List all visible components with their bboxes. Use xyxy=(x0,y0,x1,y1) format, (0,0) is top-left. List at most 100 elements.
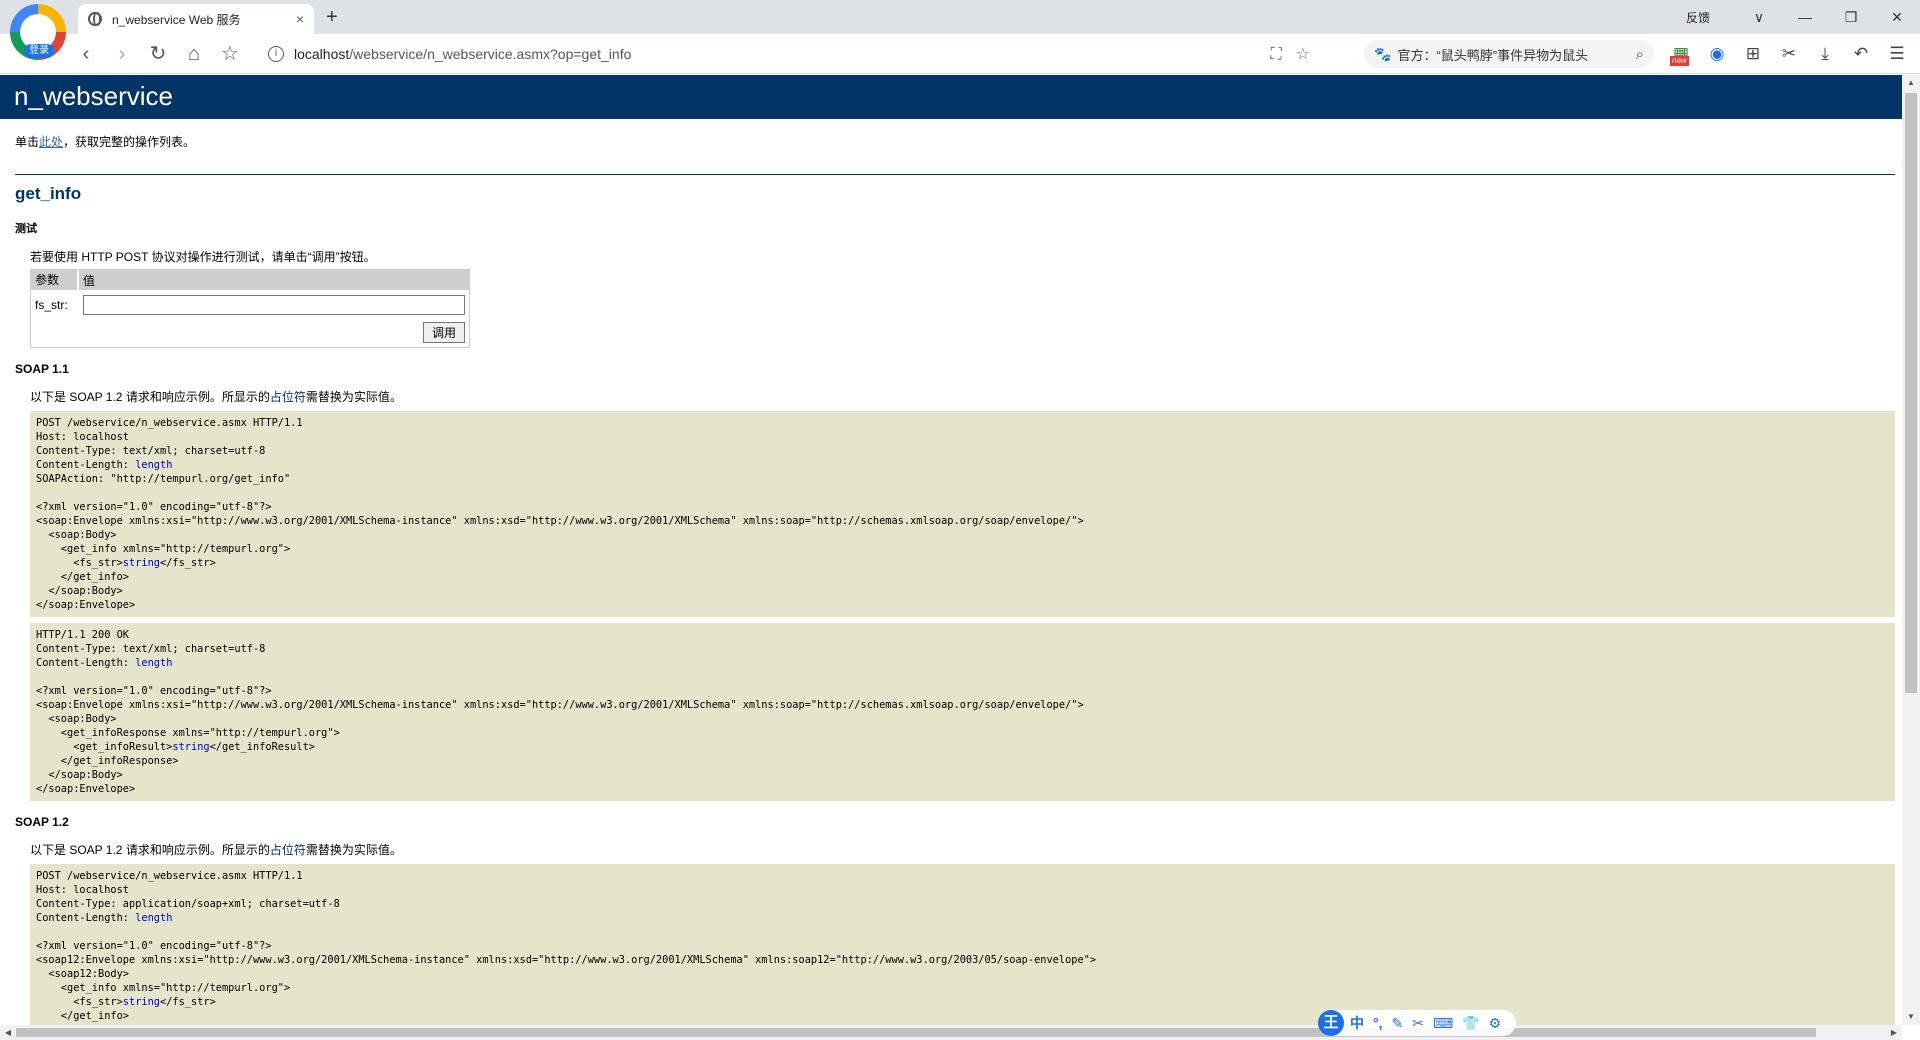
form-header: 参数 值 xyxy=(31,270,469,290)
soap11-section: 以下是 SOAP 1.2 请求和响应示例。所显示的占位符需替换为实际值。 POS… xyxy=(30,388,1902,801)
active-tab[interactable]: n_webservice Web 服务 × xyxy=(78,4,314,34)
scissors-icon[interactable]: ✂ xyxy=(1778,42,1800,66)
test-heading: 测试 xyxy=(15,223,37,235)
placeholder-value: length xyxy=(135,912,173,924)
bookmark-star-icon[interactable]: ☆ xyxy=(218,42,242,66)
new-badge: new xyxy=(1670,56,1689,66)
ime-keyboard-icon[interactable]: ⌨ xyxy=(1433,1015,1453,1032)
horizontal-scroll-thumb[interactable] xyxy=(16,1028,1816,1037)
tab-close-icon[interactable]: × xyxy=(296,11,304,27)
param-row: fs_str: xyxy=(31,290,469,320)
page-viewport: n_webservice 单击此处，获取完整的操作列表。 get_info 测试… xyxy=(0,75,1902,1025)
hint-suffix: 需替换为实际值。 xyxy=(305,843,402,857)
hint-suffix: 需替换为实际值。 xyxy=(305,390,402,404)
soap12-hint: 以下是 SOAP 1.2 请求和响应示例。所显示的占位符需替换为实际值。 xyxy=(30,841,1902,858)
back-button[interactable]: ‹ xyxy=(74,42,98,66)
ime-scissors-icon[interactable]: ✂ xyxy=(1412,1015,1424,1032)
soap11-request-sample: POST /webservice/n_webservice.asmx HTTP/… xyxy=(30,411,1895,617)
placeholder-value: string xyxy=(172,741,210,753)
scroll-right-arrow-icon[interactable]: ▶ xyxy=(1886,1025,1902,1040)
ime-punctuation-icon[interactable]: °, xyxy=(1373,1015,1383,1031)
tab-bar: 登录 n_webservice Web 服务 × + 反馈 ∨ — ❐ ✕ xyxy=(0,0,1920,60)
page-content: 单击此处，获取完整的操作列表。 get_info 测试 若要使用 HTTP PO… xyxy=(0,133,1902,1025)
service-title: n_webservice xyxy=(14,81,173,111)
address-text[interactable]: localhost/webservice/n_webservice.asmx?o… xyxy=(294,46,1270,62)
intro-prefix: 单击 xyxy=(15,135,40,149)
site-info-icon[interactable]: i xyxy=(268,46,284,62)
horizontal-scrollbar[interactable]: ◀ ▶ xyxy=(0,1025,1902,1040)
ime-handwrite-icon[interactable]: ✎ xyxy=(1392,1015,1404,1032)
invoke-button[interactable]: 调用 xyxy=(422,322,465,343)
form-actions: 调用 xyxy=(31,320,469,347)
soap12-heading: SOAP 1.2 xyxy=(15,815,69,829)
scroll-left-arrow-icon[interactable]: ◀ xyxy=(0,1025,16,1040)
url-host: localhost xyxy=(294,46,350,62)
baidu-paw-icon: 🐾 xyxy=(1374,45,1392,62)
scroll-down-arrow-icon[interactable]: ▼ xyxy=(1902,1009,1920,1025)
operation-title: get_info xyxy=(15,184,82,203)
search-box[interactable]: 🐾 官方：“鼠头鸭脖”事件异物为鼠头 ⌕ xyxy=(1364,40,1654,68)
login-badge[interactable]: 登录 xyxy=(24,44,54,58)
url-path: /webservice/n_webservice.asmx?op=get_inf… xyxy=(349,46,632,62)
screenshot-icon[interactable]: ⛶ xyxy=(1270,46,1295,63)
mouse-icon[interactable]: ◉ xyxy=(1706,42,1728,66)
ime-toolbar: 王 中 °, ✎ ✂ ⌨ 👕 ⚙ xyxy=(1318,1010,1517,1036)
download-icon[interactable]: ⤓ xyxy=(1814,42,1836,66)
window-controls: 反馈 ∨ — ❐ ✕ xyxy=(1686,0,1920,34)
divider xyxy=(15,174,1895,175)
tab-list-icon[interactable]: ∨ xyxy=(1736,9,1782,26)
fs-str-input[interactable] xyxy=(83,295,465,315)
close-window-button[interactable]: ✕ xyxy=(1874,9,1920,26)
browser-logo-icon[interactable]: 登录 xyxy=(10,4,66,60)
ime-settings-icon[interactable]: ⚙ xyxy=(1489,1015,1502,1032)
ime-logo-icon[interactable]: 王 xyxy=(1318,1010,1344,1036)
soap12-section: 以下是 SOAP 1.2 请求和响应示例。所显示的占位符需替换为实际值。 POS… xyxy=(30,841,1902,1025)
placeholder-value: length xyxy=(135,459,173,471)
restore-button[interactable]: ❐ xyxy=(1828,9,1874,26)
operations-list-link[interactable]: 此处 xyxy=(39,135,63,149)
home-button[interactable]: ⌂ xyxy=(182,42,206,66)
test-hint: 若要使用 HTTP POST 协议对操作进行测试，请单击“调用”按钮。 xyxy=(30,250,376,264)
soap11-heading: SOAP 1.1 xyxy=(15,362,69,376)
soap12-request-sample: POST /webservice/n_webservice.asmx HTTP/… xyxy=(30,864,1895,1025)
vertical-scroll-thumb[interactable] xyxy=(1905,93,1917,693)
scroll-up-arrow-icon[interactable]: ▲ xyxy=(1902,75,1920,91)
menu-icon[interactable]: ☰ xyxy=(1886,42,1908,66)
param-label: fs_str: xyxy=(35,298,68,312)
feedback-link[interactable]: 反馈 xyxy=(1686,9,1710,26)
favorite-star-icon[interactable]: ☆ xyxy=(1296,46,1324,63)
placeholder-value: string xyxy=(122,557,160,569)
apps-grid-icon[interactable]: ⊞ xyxy=(1742,42,1764,66)
search-icon[interactable]: ⌕ xyxy=(1636,46,1644,63)
ime-chinese-mode[interactable]: 中 xyxy=(1350,1013,1364,1033)
placeholder-value: string xyxy=(122,996,160,1008)
hint-placeholder: 占位符 xyxy=(269,843,306,857)
soap11-hint: 以下是 SOAP 1.2 请求和响应示例。所显示的占位符需替换为实际值。 xyxy=(30,388,1902,405)
ime-skin-icon[interactable]: 👕 xyxy=(1462,1015,1479,1032)
address-actions: ⛶☆ xyxy=(1270,44,1324,64)
soap11-response-sample: HTTP/1.1 200 OK Content-Type: text/xml; … xyxy=(30,623,1895,801)
undo-icon[interactable]: ↶ xyxy=(1850,42,1872,66)
vertical-scrollbar[interactable]: ▲ ▼ xyxy=(1902,75,1920,1025)
test-section: 若要使用 HTTP POST 协议对操作进行测试，请单击“调用”按钮。 参数 值… xyxy=(30,248,1902,348)
globe-icon xyxy=(88,12,102,26)
param-column-header: 参数 xyxy=(31,270,79,290)
placeholder-value: length xyxy=(135,657,173,669)
value-column-header: 值 xyxy=(83,273,96,288)
test-form: 参数 值 fs_str: 调用 xyxy=(30,269,470,348)
new-tab-button[interactable]: + xyxy=(326,6,338,29)
intro-suffix: ，获取完整的操作列表。 xyxy=(63,135,196,149)
hint-placeholder: 占位符 xyxy=(269,390,306,404)
address-bar[interactable]: i localhost/webservice/n_webservice.asmx… xyxy=(256,39,1336,69)
extension-icons: ▦ new ◉ ⊞ ✂ ⤓ ↶ ☰ xyxy=(1670,42,1908,66)
forward-button[interactable]: › xyxy=(110,42,134,66)
browser-toolbar: ‹ › ↻ ⌂ ☆ i localhost/webservice/n_webse… xyxy=(0,34,1920,74)
page-banner: n_webservice xyxy=(0,75,1902,119)
reload-button[interactable]: ↻ xyxy=(146,42,170,66)
tab-title: n_webservice Web 服务 xyxy=(112,12,241,27)
game-icon[interactable]: ▦ new xyxy=(1670,42,1692,66)
hint-prefix: 以下是 SOAP 1.2 请求和响应示例。所显示的 xyxy=(30,390,270,404)
minimize-button[interactable]: — xyxy=(1782,9,1828,25)
search-suggestion[interactable]: 官方：“鼠头鸭脖”事件异物为鼠头 xyxy=(1397,45,1635,64)
intro-text: 单击此处，获取完整的操作列表。 xyxy=(15,133,1902,150)
